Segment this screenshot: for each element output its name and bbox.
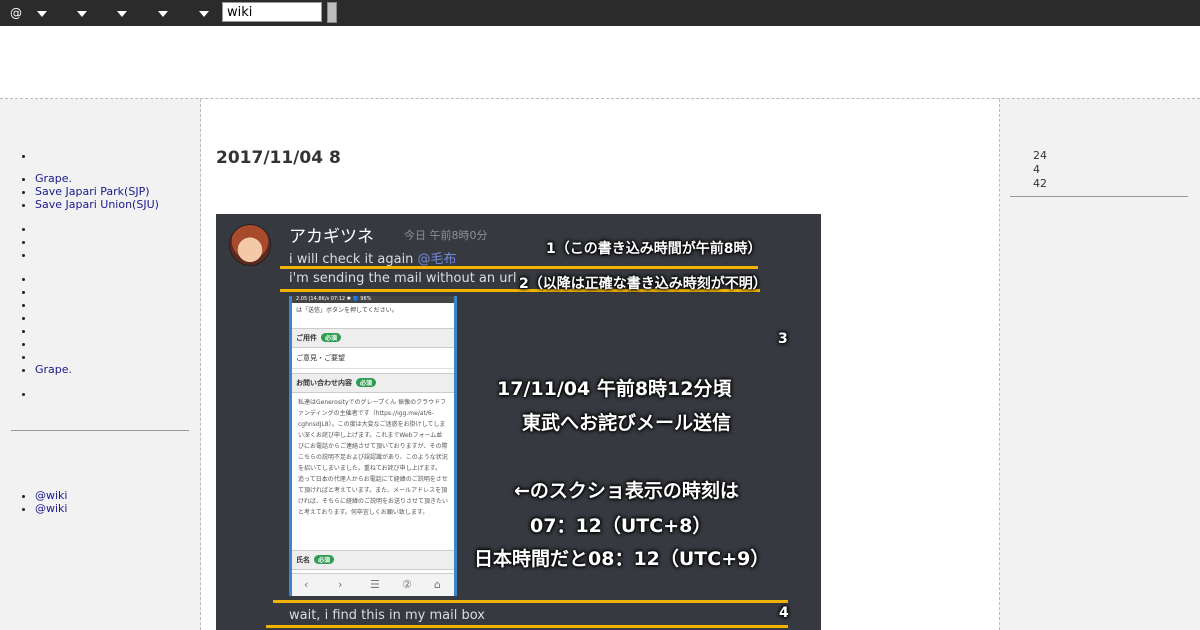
menu-dropdown-icon[interactable] — [199, 11, 209, 17]
annotation-1: 1（この書き込み時間が午前8時） — [546, 241, 762, 257]
phone-screenshot: 2.05 |14.8K/s 07:12 ✱ 🔵 96% は「送信」ボタンを押して… — [289, 296, 457, 596]
list-item — [35, 337, 200, 350]
menu-dropdown-icon[interactable] — [77, 11, 87, 17]
sidebar-link-grape[interactable]: Grape. — [35, 172, 72, 185]
sidebar-list: Grape. Save Japari Park(SJP) Save Japari… — [0, 172, 200, 211]
highlight-underline — [266, 625, 788, 628]
list-item — [35, 248, 200, 261]
stat-total: 24 — [1033, 149, 1047, 162]
chat-message: i'm sending the mail without an url — [289, 271, 517, 286]
annotation-4: 4 — [779, 605, 789, 621]
chat-message: wait, i find this in my mail box — [289, 608, 485, 623]
home-icon: ⌂ — [434, 578, 441, 591]
section-label: 氏名 — [296, 556, 310, 564]
list-item — [35, 149, 200, 162]
sidebar-list — [0, 387, 200, 400]
search-input[interactable] — [222, 2, 322, 22]
username: アカギツネ — [289, 227, 374, 247]
section-label: ご用件 — [296, 334, 317, 342]
back-icon: ‹ — [304, 578, 309, 591]
required-badge: 必須 — [321, 333, 342, 342]
discord-screenshot-image: アカギツネ 今日 午前8時0分 i will check it again @毛… — [216, 214, 821, 630]
site-header — [0, 26, 1200, 99]
list-item — [35, 222, 200, 235]
atwiki-menu-label[interactable]: @ — [10, 6, 22, 20]
list-item: Grape. — [35, 172, 200, 185]
annotation-line: 日本時間だと08：12（UTC+9） — [474, 548, 770, 570]
sidebar-link-grape-2[interactable]: Grape. — [35, 363, 72, 376]
search-button[interactable] — [327, 2, 337, 23]
phone-status-bar: 2.05 |14.8K/s 07:12 ✱ 🔵 96% — [292, 296, 454, 303]
list-item — [35, 387, 200, 400]
sidebar-link-sju[interactable]: Save Japari Union(SJU) — [35, 198, 159, 211]
list-item: Save Japari Union(SJU) — [35, 198, 200, 211]
list-item: @wiki — [35, 502, 200, 515]
phone-section: ご用件 必須 — [292, 328, 454, 348]
menu-dropdown-icon[interactable] — [158, 11, 168, 17]
atwiki-link[interactable]: @wiki — [35, 489, 67, 502]
list-item: Save Japari Park(SJP) — [35, 185, 200, 198]
atwiki-link[interactable]: @wiki — [35, 502, 67, 515]
menu-icon: ☰ — [370, 578, 380, 591]
menu-dropdown-icon[interactable] — [117, 11, 127, 17]
phone-intro-text: は「送信」ボタンを押してください。 — [296, 307, 398, 314]
phone-field: ご意見・ご要望 — [292, 348, 454, 369]
message-timestamp: 今日 午前8時0分 — [404, 229, 488, 242]
sidebar-list — [0, 149, 200, 162]
mention: @毛布 — [417, 252, 457, 267]
sidebar-list: Grape. — [0, 272, 200, 376]
annotation-line: 17/11/04 午前8時12分頃 — [497, 378, 732, 400]
avatar — [229, 224, 271, 266]
phone-nav-bar: ‹ › ☰ ② ⌂ — [292, 573, 454, 596]
required-badge: 必須 — [314, 555, 335, 564]
annotation-2: 2（以降は正確な書き込み時刻が不明） — [519, 276, 767, 292]
list-item: Grape. — [35, 363, 200, 376]
list-item — [35, 285, 200, 298]
list-item — [35, 350, 200, 363]
annotation-3: 3 — [778, 331, 788, 347]
sidebar-list — [0, 222, 200, 261]
annotation-line: 東武へお詫びメール送信 — [522, 412, 732, 434]
list-item — [35, 324, 200, 337]
list-item — [35, 272, 200, 285]
required-badge: 必須 — [356, 378, 377, 387]
left-sidebar: Grape. Save Japari Park(SJP) Save Japari… — [0, 99, 201, 630]
highlight-underline — [273, 600, 788, 603]
stat-yesterday: 42 — [1033, 177, 1047, 190]
list-item — [35, 311, 200, 324]
page-title: 2017/11/04 8 — [216, 148, 341, 168]
phone-section: お問い合わせ内容 必須 — [292, 373, 454, 393]
list-item — [35, 298, 200, 311]
section-label: お問い合わせ内容 — [296, 379, 352, 387]
list-item — [35, 235, 200, 248]
sidebar-footer-list: @wiki @wiki — [0, 489, 200, 515]
phone-section: 氏名 必須 — [292, 550, 454, 570]
sidebar-divider — [11, 430, 189, 431]
sidebar-link-sjp[interactable]: Save Japari Park(SJP) — [35, 185, 150, 198]
highlight-underline — [280, 266, 758, 269]
main-content: 2017/11/04 8 アカギツネ 今日 午前8時0分 i will chec… — [201, 99, 1000, 630]
list-item: @wiki — [35, 489, 200, 502]
top-toolbar: @ — [0, 0, 1200, 26]
sidebar-divider — [1010, 196, 1188, 197]
forward-icon: › — [338, 578, 343, 591]
tabs-icon: ② — [402, 578, 412, 591]
message-text: i will check it again — [289, 252, 418, 267]
stat-today: 4 — [1033, 163, 1040, 176]
annotation-line: ←のスクショ表示の時刻は — [514, 480, 739, 502]
menu-dropdown-icon[interactable] — [37, 11, 47, 17]
chat-message: i will check it again @毛布 — [289, 248, 457, 267]
annotation-line: 07：12（UTC+8） — [530, 515, 712, 537]
phone-body-text: 私達はGenerosityでのグレープくん 振像のクラウドファンディングの主催者… — [298, 399, 449, 516]
right-sidebar: 24 4 42 — [1000, 99, 1200, 630]
